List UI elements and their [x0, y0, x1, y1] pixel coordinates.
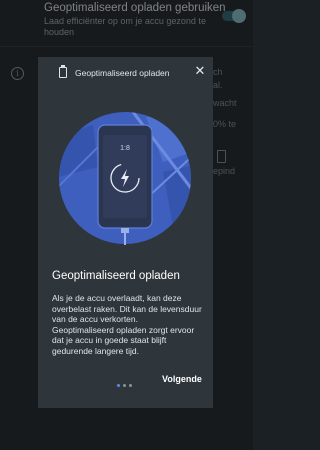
charger-plug — [121, 228, 129, 233]
dialog-heading: Geoptimaliseerd opladen — [52, 270, 180, 282]
page-dot — [117, 384, 120, 388]
dialog-body: Als je de accu overlaadt, kan deze overb… — [52, 293, 202, 356]
page-dot — [123, 384, 126, 388]
page-indicator — [117, 377, 135, 388]
phone-battery-label: 1:8 — [120, 145, 130, 152]
page-dot — [129, 384, 132, 388]
charging-illustration: 1:8 — [59, 112, 191, 245]
close-icon[interactable]: ✕ — [193, 64, 207, 78]
next-button[interactable]: Volgende — [162, 374, 202, 384]
optimized-charging-dialog: Geoptimaliseerd opladen ✕ 1:8 Geoptimali… — [38, 57, 213, 408]
